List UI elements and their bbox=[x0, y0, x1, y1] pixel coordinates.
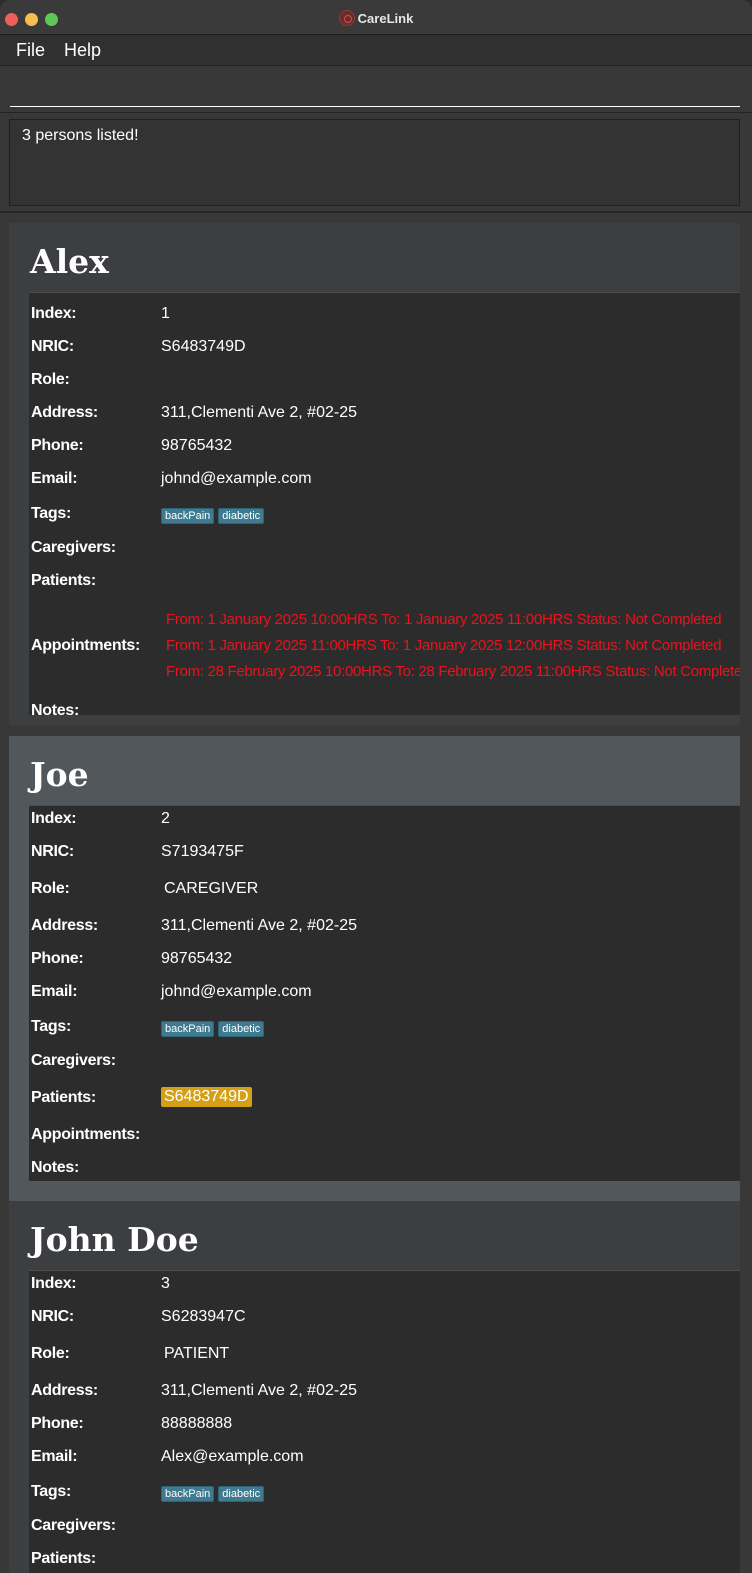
person-details: Index: 3 NRIC: S6283947C Role: PATIENT A… bbox=[29, 1270, 740, 1573]
person-card[interactable]: John Doe Index: 3 NRIC: S6283947C Role: … bbox=[9, 1201, 740, 1573]
email-label: Email: bbox=[31, 1448, 78, 1465]
nric-label: NRIC: bbox=[31, 1308, 74, 1325]
role-label: Role: bbox=[31, 880, 70, 897]
app-logo-icon bbox=[338, 10, 355, 26]
address-value: 311,Clementi Ave 2, #02-25 bbox=[161, 917, 357, 934]
person-name: Alex bbox=[30, 242, 109, 281]
person-name: Joe bbox=[30, 755, 89, 794]
menu-file[interactable]: File bbox=[16, 40, 45, 61]
window-title: CareLink bbox=[357, 11, 414, 26]
index-label: Index: bbox=[31, 810, 77, 827]
phone-label: Phone: bbox=[31, 1415, 84, 1432]
appointment-item: From: 1 January 2025 11:00HRS To: 1 Janu… bbox=[166, 637, 722, 654]
patients-label: Patients: bbox=[31, 1089, 96, 1106]
caregivers-label: Caregivers: bbox=[31, 1052, 116, 1069]
nric-value: S7193475F bbox=[161, 843, 244, 860]
address-label: Address: bbox=[31, 917, 98, 934]
address-value: 311,Clementi Ave 2, #02-25 bbox=[161, 1382, 357, 1399]
tag-chip: backPain bbox=[161, 1486, 215, 1502]
person-details: Index: 2 NRIC: S7193475F Role: CAREGIVER… bbox=[29, 805, 740, 1181]
person-details: Index: 1 NRIC: S6483749D Role: Address: … bbox=[29, 292, 740, 719]
phone-label: Phone: bbox=[31, 950, 84, 967]
menu-help[interactable]: Help bbox=[64, 40, 101, 61]
email-value: Alex@example.com bbox=[161, 1448, 304, 1465]
appointment-item: From: 1 January 2025 10:00HRS To: 1 Janu… bbox=[166, 611, 722, 628]
tags-list: backPain diabetic bbox=[161, 1484, 268, 1502]
person-name: John Doe bbox=[30, 1220, 199, 1259]
phone-value: 98765432 bbox=[161, 950, 233, 967]
email-value: johnd@example.com bbox=[161, 983, 312, 1000]
notes-label: Notes: bbox=[31, 702, 79, 719]
role-value: CAREGIVER bbox=[164, 880, 259, 897]
appointments-clip: Appointments: From: 1 January 2025 10:00… bbox=[29, 293, 740, 715]
result-display: 3 persons listed! bbox=[9, 119, 740, 206]
tag-chip: diabetic bbox=[218, 1021, 265, 1037]
appointments-label: Appointments: bbox=[31, 637, 140, 654]
tags-label: Tags: bbox=[31, 1018, 71, 1035]
tags-label: Tags: bbox=[31, 1483, 71, 1500]
nric-value: S6283947C bbox=[161, 1308, 246, 1325]
index-value: 3 bbox=[161, 1275, 170, 1292]
index-label: Index: bbox=[31, 1275, 77, 1292]
tag-chip: backPain bbox=[161, 1021, 215, 1037]
appointments-label: Appointments: bbox=[31, 1126, 140, 1143]
command-input[interactable] bbox=[10, 66, 740, 107]
appointment-item: From: 28 February 2025 10:00HRS To: 28 F… bbox=[166, 663, 740, 680]
index-value: 2 bbox=[161, 810, 170, 827]
patient-nric-chip: S6483749D bbox=[161, 1087, 252, 1107]
command-box bbox=[0, 66, 752, 113]
notes-label: Notes: bbox=[31, 1159, 79, 1176]
email-label: Email: bbox=[31, 983, 78, 1000]
window-titlebar: CareLink bbox=[0, 0, 752, 35]
role-label: Role: bbox=[31, 1345, 70, 1362]
role-value: PATIENT bbox=[164, 1345, 230, 1362]
person-list[interactable]: Alex Index: 1 NRIC: S6483749D Role: Addr… bbox=[0, 213, 752, 1573]
result-display-panel: 3 persons listed! bbox=[0, 113, 752, 213]
phone-value: 88888888 bbox=[161, 1415, 233, 1432]
caregivers-label: Caregivers: bbox=[31, 1517, 116, 1534]
person-card-selected[interactable]: Joe Index: 2 NRIC: S7193475F Role: CAREG… bbox=[9, 736, 740, 1201]
address-label: Address: bbox=[31, 1382, 98, 1399]
nric-label: NRIC: bbox=[31, 843, 74, 860]
menu-bar: File Help bbox=[0, 35, 752, 66]
window-title-group: CareLink bbox=[0, 10, 752, 26]
tag-chip: diabetic bbox=[218, 1486, 265, 1502]
tags-list: backPain diabetic bbox=[161, 1019, 268, 1037]
patients-list: S6483749D bbox=[161, 1087, 252, 1107]
patients-label: Patients: bbox=[31, 1550, 96, 1567]
person-card[interactable]: Alex Index: 1 NRIC: S6483749D Role: Addr… bbox=[9, 223, 740, 725]
